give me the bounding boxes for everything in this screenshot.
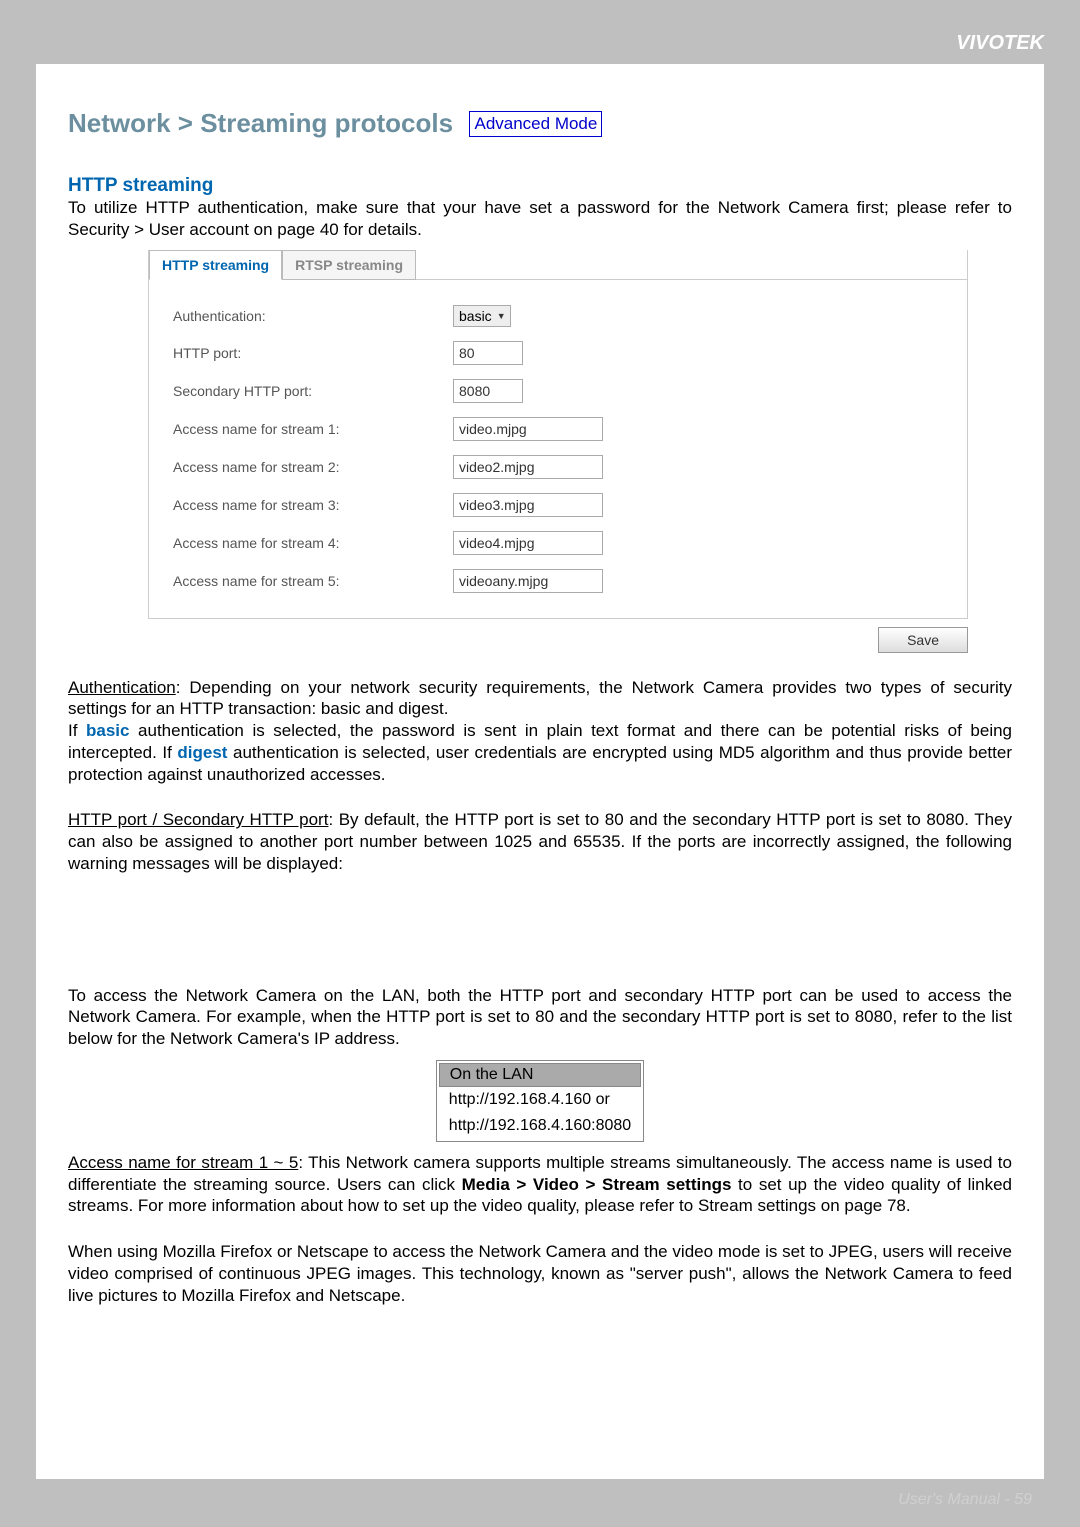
para-access-name: Access name for stream 1 ~ 5: This Netwo… <box>68 1152 1012 1217</box>
save-button-wrap: Save <box>148 627 968 653</box>
form-inner: Authentication: basic HTTP port: Seconda… <box>149 279 967 618</box>
row-stream5: Access name for stream 5: <box>173 562 943 600</box>
http-streaming-heading: HTTP streaming <box>68 175 1012 197</box>
lan-table-header: On the LAN <box>439 1063 641 1087</box>
page-content: Network > Streaming protocols Advanced M… <box>36 64 1044 1479</box>
para-http-port: HTTP port / Secondary HTTP port: By defa… <box>68 809 1012 874</box>
tab-http-streaming[interactable]: HTTP streaming <box>149 250 282 280</box>
access-bold: Media > Video > Stream settings <box>462 1175 732 1194</box>
row-stream2: Access name for stream 2: <box>173 448 943 486</box>
label-http-port: HTTP port: <box>173 345 453 361</box>
row-http-port: HTTP port: <box>173 334 943 372</box>
http-streaming-form: HTTP streaming RTSP streaming Authentica… <box>148 250 968 619</box>
lan-table: On the LAN http://192.168.4.160 or http:… <box>436 1060 644 1142</box>
auth2-pre: If <box>68 721 86 740</box>
footer-page-number: User's Manual - 59 <box>898 1491 1032 1509</box>
input-stream2[interactable] <box>453 455 603 479</box>
save-button[interactable]: Save <box>878 627 968 653</box>
input-stream5[interactable] <box>453 569 603 593</box>
label-stream5: Access name for stream 5: <box>173 573 453 589</box>
page-title: Network > Streaming protocols <box>68 108 453 139</box>
label-stream4: Access name for stream 4: <box>173 535 453 551</box>
row-stream3: Access name for stream 3: <box>173 486 943 524</box>
advanced-mode-badge: Advanced Mode <box>469 111 602 137</box>
label-stream3: Access name for stream 3: <box>173 497 453 513</box>
auth2-digest: digest <box>177 743 227 762</box>
para-lan-access: To access the Network Camera on the LAN,… <box>68 985 1012 1050</box>
port-lead: HTTP port / Secondary HTTP port <box>68 810 328 829</box>
input-stream4[interactable] <box>453 531 603 555</box>
access-lead: Access name for stream 1 ~ 5 <box>68 1153 298 1172</box>
row-stream4: Access name for stream 4: <box>173 524 943 562</box>
lan-table-row2: http://192.168.4.160:8080 <box>439 1115 641 1139</box>
row-secondary-http-port: Secondary HTTP port: <box>173 372 943 410</box>
tab-rtsp-streaming[interactable]: RTSP streaming <box>282 250 416 280</box>
row-authentication: Authentication: basic <box>173 298 943 334</box>
para-authentication-2: If basic authentication is selected, the… <box>68 720 1012 785</box>
para-firefox: When using Mozilla Firefox or Netscape t… <box>68 1241 1012 1306</box>
intro-text: To utilize HTTP authentication, make sur… <box>68 197 1012 241</box>
input-http-port[interactable] <box>453 341 523 365</box>
para-authentication: Authentication: Depending on your networ… <box>68 677 1012 721</box>
input-stream1[interactable] <box>453 417 603 441</box>
label-stream2: Access name for stream 2: <box>173 459 453 475</box>
select-authentication[interactable]: basic <box>453 305 511 327</box>
auth-rest: : Depending on your network security req… <box>68 678 1012 719</box>
streaming-tabs: HTTP streaming RTSP streaming <box>149 250 967 280</box>
input-stream3[interactable] <box>453 493 603 517</box>
lan-table-row1: http://192.168.4.160 or <box>439 1089 641 1113</box>
label-stream1: Access name for stream 1: <box>173 421 453 437</box>
auth-lead: Authentication <box>68 678 176 697</box>
row-stream1: Access name for stream 1: <box>173 410 943 448</box>
label-authentication: Authentication: <box>173 308 453 324</box>
input-secondary-http-port[interactable] <box>453 379 523 403</box>
auth2-basic: basic <box>86 721 129 740</box>
label-secondary-http-port: Secondary HTTP port: <box>173 383 453 399</box>
brand-logo: VIVOTEK <box>956 32 1044 55</box>
